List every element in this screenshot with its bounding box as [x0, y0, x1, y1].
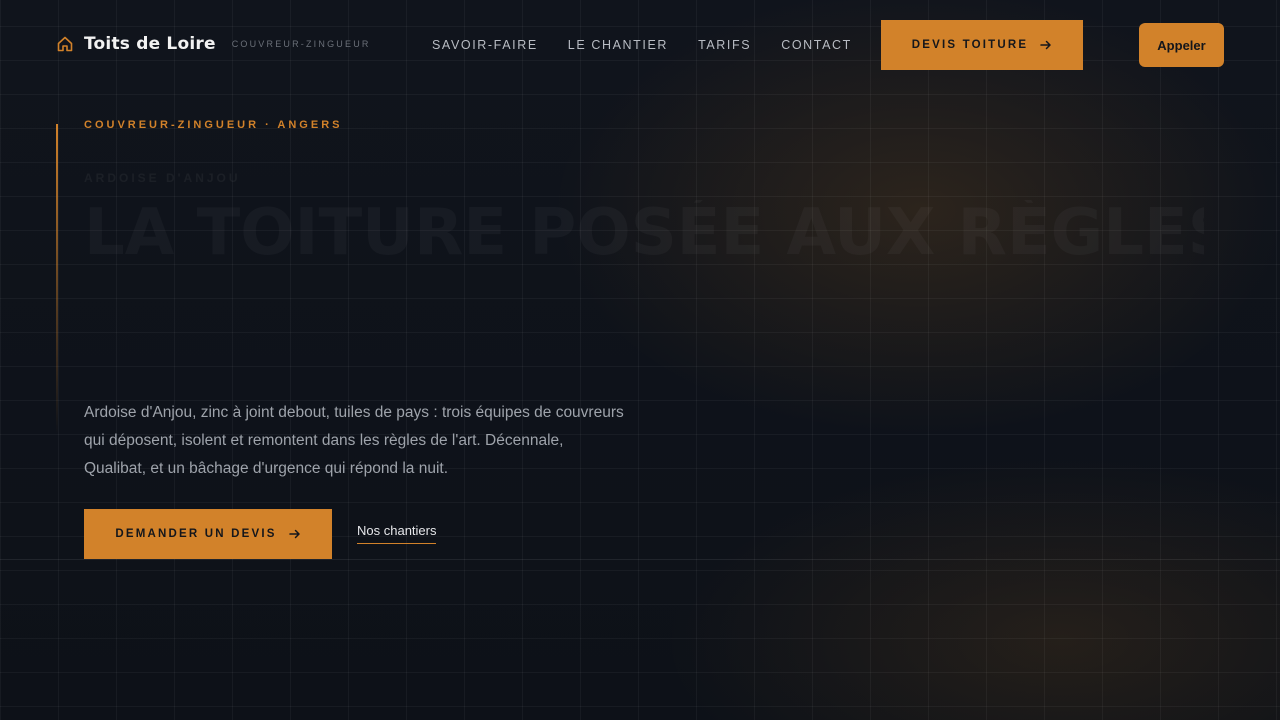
demander-devis-label: DEMANDER UN DEVIS: [115, 528, 277, 540]
call-label: Appeler: [1157, 37, 1206, 53]
nav-item-contact[interactable]: CONTACT: [781, 38, 852, 52]
hero-lead: Ardoise d'Anjou, zinc à joint debout, tu…: [84, 404, 624, 477]
brand-name: Toits de Loire: [84, 34, 216, 54]
hero-ghost-kicker: ARDOISE D'ANJOU: [84, 171, 241, 185]
devis-toiture-button[interactable]: DEVIS TOITURE: [881, 20, 1083, 70]
grid-overlay: [0, 0, 1280, 720]
accent-bar: [56, 124, 58, 434]
nav-item-savoir-faire[interactable]: SAVOIR-FAIRE: [432, 38, 538, 52]
section-divider: [0, 559, 1280, 560]
hero-eyebrow: COUVREUR-ZINGUEUR · ANGERS: [84, 119, 343, 131]
call-button[interactable]: Appeler: [1139, 23, 1224, 67]
house-icon: [56, 35, 74, 53]
demander-devis-button[interactable]: DEMANDER UN DEVIS: [84, 509, 332, 559]
site-header: Toits de Loire COUVREUR-ZINGUEUR SAVOIR-…: [0, 0, 1280, 90]
nos-chantiers-link[interactable]: Nos chantiers: [357, 523, 437, 544]
brand[interactable]: Toits de Loire COUVREUR-ZINGUEUR: [56, 34, 371, 54]
devis-toiture-label: DEVIS TOITURE: [911, 39, 1029, 51]
hero-ghost-title: LA TOITURE POSÉE AUX RÈGLES: [84, 200, 1204, 266]
arrow-right-icon: [1040, 39, 1052, 51]
main-nav: SAVOIR-FAIRE LE CHANTIER TARIFS CONTACT: [432, 38, 882, 52]
nav-item-tarifs[interactable]: TARIFS: [698, 38, 751, 52]
brand-tagline: COUVREUR-ZINGUEUR: [231, 39, 371, 49]
nav-item-le-chantier[interactable]: LE CHANTIER: [568, 38, 668, 52]
arrow-right-icon: [288, 528, 301, 540]
